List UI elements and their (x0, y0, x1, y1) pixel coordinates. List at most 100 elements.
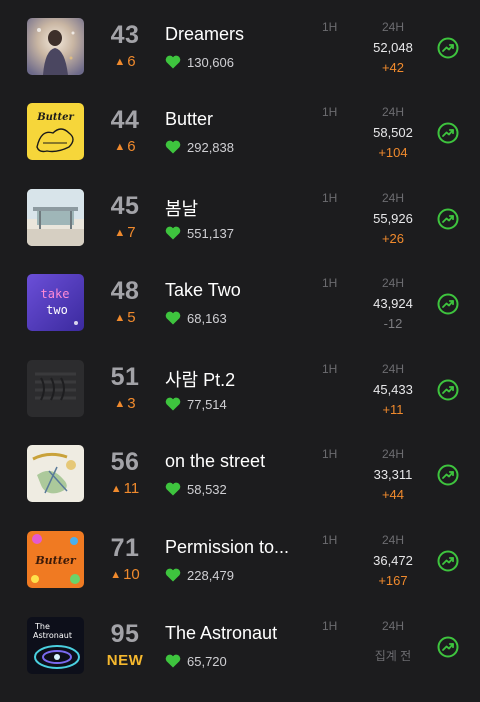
song-title[interactable]: The Astronaut (165, 623, 325, 644)
one-hour-label: 1H (322, 533, 338, 547)
rank-new-badge: NEW (106, 652, 144, 669)
album-art-the-astronaut[interactable]: The Astronaut (27, 617, 84, 674)
rank-change: ▲ 5 (100, 309, 150, 326)
one-hour-label: 1H (322, 619, 338, 633)
like-count-value: 551,137 (187, 226, 234, 241)
rank-number: 44 (110, 106, 140, 134)
rank-number: 45 (110, 192, 140, 220)
like-count-value: 68,163 (187, 311, 227, 326)
song-row[interactable]: The Astronaut 95 NEW The Astronaut 65,72… (0, 617, 480, 702)
trend-up-icon[interactable] (437, 37, 459, 59)
one-hour-label: 1H (322, 276, 338, 290)
delta-24h: +42 (381, 60, 405, 75)
rank-change: ▲ 6 (100, 138, 150, 155)
rank-number: 71 (110, 534, 140, 562)
like-count: 58,532 (165, 482, 227, 497)
count-24h: 58,502 (373, 125, 413, 140)
album-art-butter-single-text: Butter (34, 554, 76, 567)
trend-up-icon[interactable] (437, 636, 459, 658)
song-title[interactable]: Permission to... (165, 537, 325, 558)
trend-up-icon[interactable] (437, 293, 459, 315)
like-count: 130,606 (165, 55, 234, 70)
album-art-two-text: two (46, 303, 68, 317)
rank-number: 95 (110, 620, 140, 648)
like-count: 77,514 (165, 397, 227, 412)
rank-change: ▲ 7 (100, 224, 150, 241)
rank-number: 48 (110, 277, 140, 305)
count-24h: 45,433 (373, 382, 413, 397)
album-art-spring-day[interactable] (27, 189, 84, 246)
one-hour-label: 1H (322, 362, 338, 376)
delta-24h: +26 (381, 231, 405, 246)
count-24h: 33,311 (373, 467, 413, 482)
album-art-butter[interactable]: Butter (27, 103, 84, 160)
rank-change: ▲ 11 (100, 480, 150, 497)
rank-number: 51 (110, 363, 140, 391)
like-count-value: 77,514 (187, 397, 227, 412)
delta-24h: +44 (381, 487, 405, 502)
rank-up-icon: ▲ (114, 141, 126, 153)
rank-change-value: 6 (127, 138, 136, 155)
album-art-the-text: The (34, 622, 50, 631)
song-title[interactable]: 사람 Pt.2 (165, 366, 325, 392)
trend-up-icon[interactable] (437, 122, 459, 144)
song-row[interactable]: Butter 71 ▲ 10 Permission to... 228,479 1… (0, 531, 480, 616)
delta-24h: +167 (378, 573, 408, 588)
album-art-on-the-street[interactable] (27, 445, 84, 502)
album-art-butter-text: Butter (36, 112, 74, 123)
like-count-value: 228,479 (187, 568, 234, 583)
trend-up-icon[interactable] (437, 208, 459, 230)
rank-change: ▲ 3 (100, 395, 150, 412)
count-24h: 55,926 (373, 211, 413, 226)
trend-up-icon[interactable] (437, 379, 459, 401)
count-24h: 43,924 (373, 296, 413, 311)
like-count-value: 58,532 (187, 482, 227, 497)
album-art-saram[interactable] (27, 360, 84, 417)
rank-number: 56 (110, 448, 140, 476)
like-count: 551,137 (165, 226, 234, 241)
rank-up-icon: ▲ (114, 398, 126, 410)
count-24h: 36,472 (373, 553, 413, 568)
twenty-four-hour-label: 24H (381, 533, 404, 547)
like-count: 228,479 (165, 568, 234, 583)
like-count: 68,163 (165, 311, 227, 326)
rank-change-value: 5 (127, 309, 136, 326)
album-art-take-two[interactable]: take two (27, 274, 84, 331)
trend-up-icon[interactable] (437, 550, 459, 572)
twenty-four-hour-label: 24H (381, 276, 404, 290)
chart-list: 43 ▲ 6 Dreamers 130,606 1H 24H 52,048 +42… (0, 0, 480, 687)
song-title[interactable]: Take Two (165, 280, 325, 301)
song-row[interactable]: take two 48 ▲ 5 Take Two 68,163 1H 24H 43… (0, 274, 480, 359)
song-row[interactable]: 45 ▲ 7 봄날 551,137 1H 24H 55,926 +26 (0, 189, 480, 274)
rank-change: ▲ 6 (100, 53, 150, 70)
like-count: 292,838 (165, 140, 234, 155)
song-title[interactable]: Dreamers (165, 24, 325, 45)
song-row[interactable]: 56 ▲ 11 on the street 58,532 1H 24H 33,31… (0, 445, 480, 530)
heart-icon (165, 482, 181, 496)
album-art-astronaut-text: Astronaut (33, 631, 72, 640)
delta-24h: -12 (383, 316, 403, 331)
twenty-four-hour-label: 24H (381, 447, 404, 461)
like-count-value: 65,720 (187, 654, 227, 669)
album-art-dreamers[interactable] (27, 18, 84, 75)
album-art-take-text: take (41, 287, 70, 301)
song-title[interactable]: 봄날 (165, 195, 325, 221)
album-art-butter-single[interactable]: Butter (27, 531, 84, 588)
rank-up-icon: ▲ (114, 312, 126, 324)
twenty-four-hour-label: 24H (381, 20, 404, 34)
one-hour-label: 1H (322, 191, 338, 205)
song-row[interactable]: Butter 44 ▲ 6 Butter 292,838 1H 24H 58,50… (0, 103, 480, 188)
song-title[interactable]: on the street (165, 451, 325, 472)
like-count-value: 130,606 (187, 55, 234, 70)
song-row[interactable]: 43 ▲ 6 Dreamers 130,606 1H 24H 52,048 +42 (0, 18, 480, 103)
heart-icon (165, 140, 181, 154)
song-row[interactable]: 51 ▲ 3 사람 Pt.2 77,514 1H 24H 45,433 +11 (0, 360, 480, 445)
rank-up-icon: ▲ (110, 569, 122, 581)
song-title[interactable]: Butter (165, 109, 325, 130)
heart-icon (165, 654, 181, 668)
rank-change-value: 11 (123, 480, 140, 497)
heart-icon (165, 568, 181, 582)
trend-up-icon[interactable] (437, 464, 459, 486)
rank-change-value: 7 (127, 224, 136, 241)
one-hour-label: 1H (322, 20, 338, 34)
